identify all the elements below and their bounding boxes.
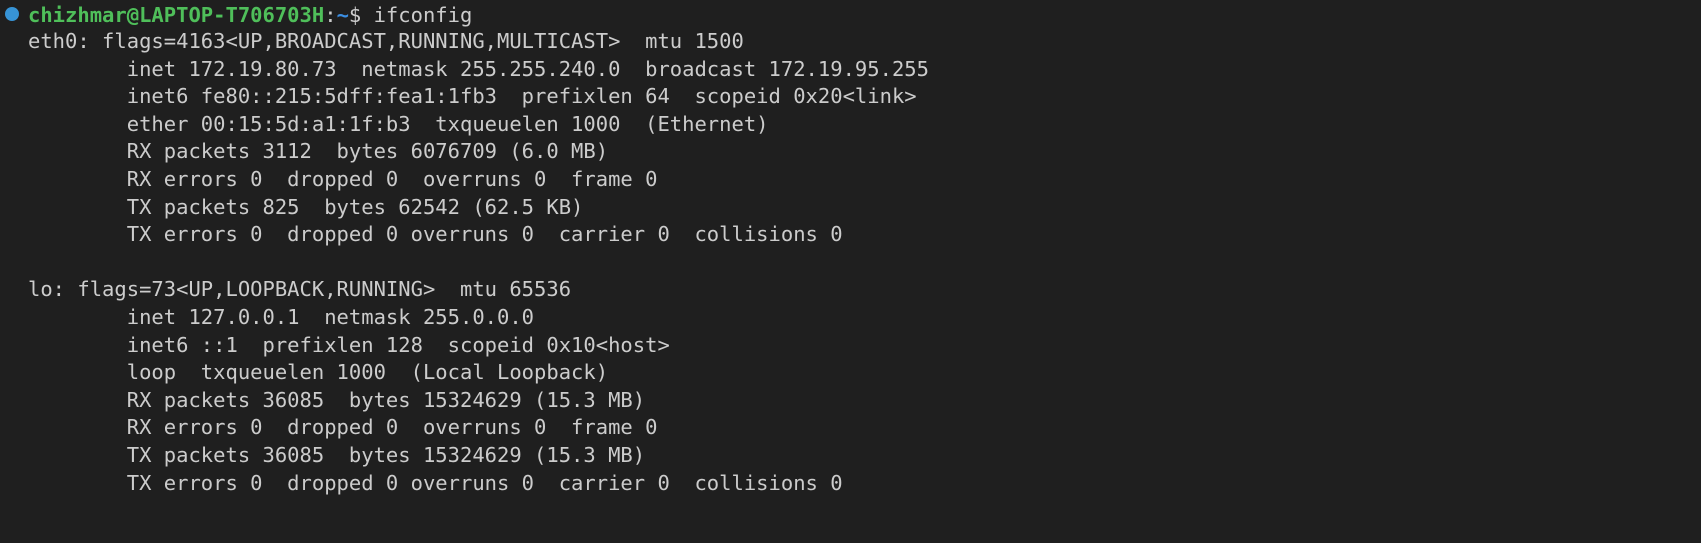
prompt-user-host: chizhmar@LAPTOP-T706703H: [28, 3, 325, 27]
output-line: eth0: flags=4163<UP,BROADCAST,RUNNING,MU…: [28, 29, 744, 53]
output-line: inet6 fe80::215:5dff:fea1:1fb3 prefixlen…: [28, 84, 917, 109]
output-line: RX packets 3112 bytes 6076709 (6.0 MB): [28, 139, 609, 164]
prompt-path: ~: [336, 3, 349, 27]
output-line: TX errors 0 dropped 0 overruns 0 carrier…: [28, 470, 843, 495]
output-line: RX packets 36085 bytes 15324629 (15.3 MB…: [28, 387, 646, 412]
terminal-window[interactable]: chizhmar@LAPTOP-T706703H:~$ ifconfig eth…: [0, 0, 1701, 543]
output-line: TX errors 0 dropped 0 overruns 0 carrier…: [28, 222, 843, 247]
prompt-command: ifconfig: [361, 3, 473, 27]
prompt-colon: :: [324, 3, 337, 27]
output-line: TX packets 36085 bytes 15324629 (15.3 MB…: [28, 443, 646, 467]
output-line: inet 127.0.0.1 netmask 255.0.0.0: [28, 305, 535, 329]
output-line: loop txqueuelen 1000 (Local Loopback): [28, 360, 609, 385]
output-line: inet6 ::1 prefixlen 128 scopeid 0x10<hos…: [28, 332, 670, 357]
output-line: ether 00:15:5d:a1:1f:b3 txqueuelen 1000 …: [28, 111, 769, 136]
output-line: inet 172.19.80.73 netmask 255.255.240.0 …: [28, 56, 929, 81]
output-line: RX errors 0 dropped 0 overruns 0 frame 0: [28, 167, 658, 191]
output-line: TX packets 825 bytes 62542 (62.5 KB): [28, 194, 584, 219]
command-status-dot-icon[interactable]: [5, 7, 19, 21]
output-line: lo: flags=73<UP,LOOPBACK,RUNNING> mtu 65…: [28, 277, 572, 302]
output-line: RX errors 0 dropped 0 overruns 0 frame 0: [28, 415, 658, 440]
prompt-symbol: $: [348, 3, 362, 27]
